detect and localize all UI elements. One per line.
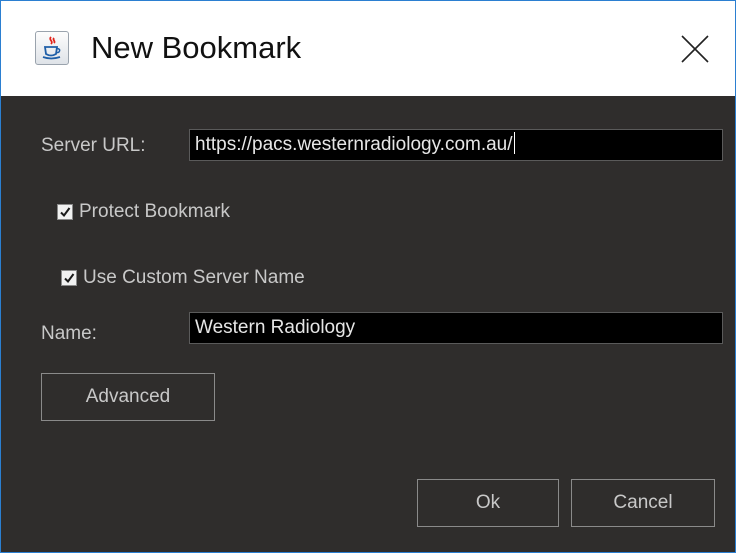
name-label: Name:	[41, 323, 97, 344]
java-cup-icon	[35, 31, 69, 65]
custom-server-name-checkbox-row[interactable]: Use Custom Server Name	[61, 266, 401, 292]
checkmark-icon	[64, 273, 75, 284]
advanced-button[interactable]: Advanced	[41, 373, 215, 421]
name-value: Western Radiology	[195, 317, 356, 338]
server-url-input[interactable]: https://pacs.westernradiology.com.au/	[189, 129, 723, 161]
server-url-label: Server URL:	[41, 135, 146, 156]
new-bookmark-dialog: New Bookmark Server URL: https://pacs.we…	[0, 0, 736, 553]
protect-bookmark-checkbox-row[interactable]: Protect Bookmark	[57, 200, 317, 226]
protect-bookmark-checkbox[interactable]	[57, 204, 73, 220]
text-caret	[513, 132, 515, 154]
close-icon	[681, 35, 709, 63]
custom-server-name-label: Use Custom Server Name	[83, 267, 305, 288]
name-input[interactable]: Western Radiology	[189, 312, 723, 344]
ok-button[interactable]: Ok	[417, 479, 559, 527]
protect-bookmark-label: Protect Bookmark	[79, 201, 230, 222]
checkmark-icon	[60, 207, 71, 218]
window-title: New Bookmark	[91, 30, 302, 65]
title-bar[interactable]: New Bookmark	[1, 1, 735, 96]
close-button[interactable]	[673, 27, 717, 71]
server-url-value: https://pacs.westernradiology.com.au/	[195, 134, 513, 155]
custom-server-name-checkbox[interactable]	[61, 270, 77, 286]
cancel-button[interactable]: Cancel	[571, 479, 715, 527]
